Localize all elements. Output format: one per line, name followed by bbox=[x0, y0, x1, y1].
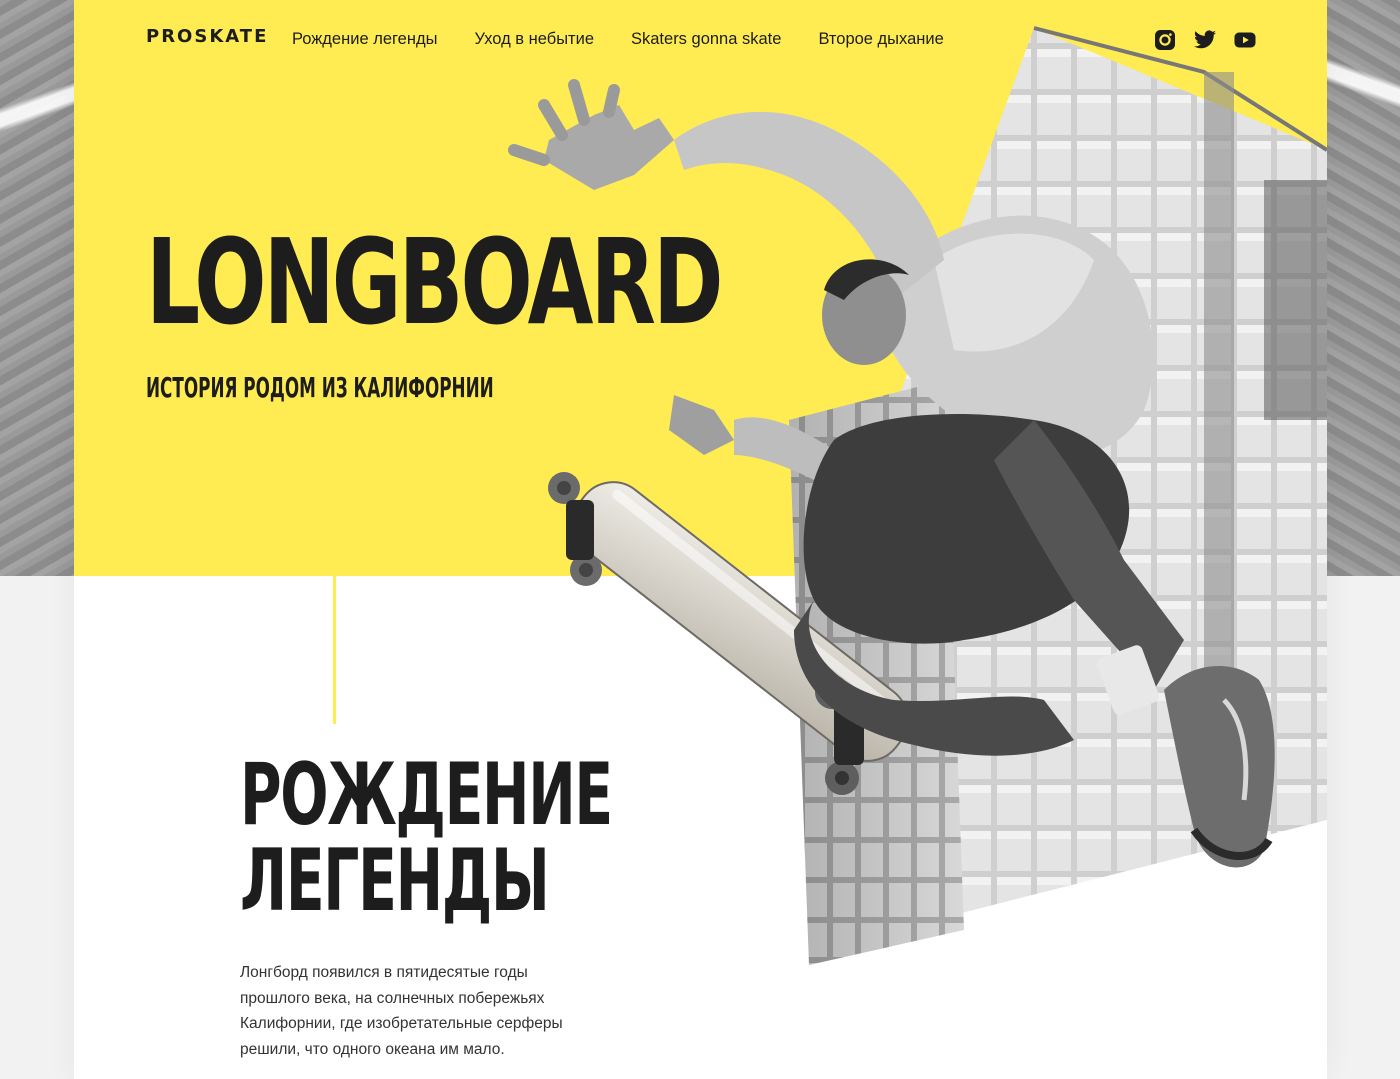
road-background-right bbox=[1326, 0, 1400, 576]
top-navigation: PROSKATE Рождение легенды Уход в небытие… bbox=[74, 0, 1327, 80]
youtube-icon[interactable] bbox=[1233, 28, 1257, 52]
twitter-icon[interactable] bbox=[1193, 28, 1217, 52]
main-menu: Рождение легенды Уход в небытие Skaters … bbox=[292, 30, 944, 49]
menu-link-birth-of-legend[interactable]: Рождение легенды bbox=[292, 30, 437, 49]
road-background-left bbox=[0, 0, 74, 576]
menu-link-oblivion[interactable]: Уход в небытие bbox=[474, 30, 594, 49]
hero-subtitle: ИСТОРИЯ РОДОМ ИЗ КАЛИФОРНИИ bbox=[146, 371, 494, 404]
menu-link-skaters-gonna-skate[interactable]: Skaters gonna skate bbox=[631, 30, 781, 49]
menu-link-second-wind[interactable]: Второе дыхание bbox=[818, 30, 943, 49]
skateboarder-jumping-photo bbox=[508, 26, 1327, 965]
hero-title: LONGBOARD bbox=[146, 213, 724, 351]
social-links bbox=[1153, 28, 1257, 52]
instagram-icon[interactable] bbox=[1153, 28, 1177, 52]
site-logo[interactable]: PROSKATE bbox=[146, 26, 268, 47]
page: PROSKATE Рождение легенды Уход в небытие… bbox=[74, 0, 1327, 1079]
